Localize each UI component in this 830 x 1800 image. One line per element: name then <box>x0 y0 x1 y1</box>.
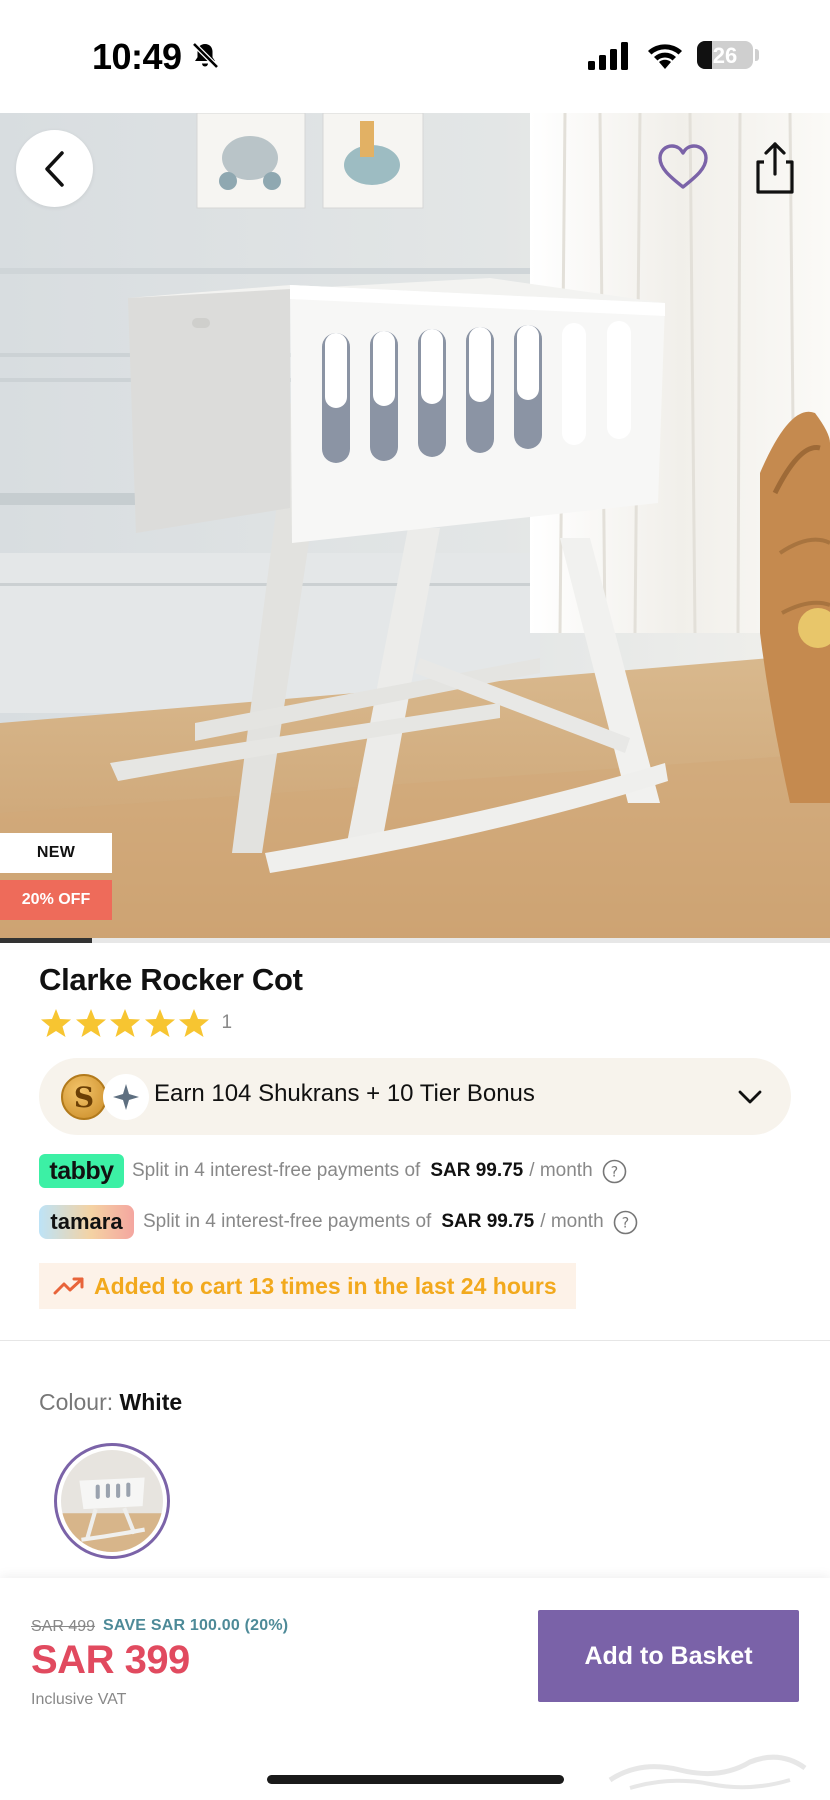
battery-level: 26 <box>712 43 738 68</box>
tabby-amount: SAR 99.75 <box>430 1160 524 1181</box>
star-icon <box>75 1009 106 1037</box>
product-title: Clarke Rocker Cot <box>39 962 303 997</box>
home-indicator[interactable] <box>267 1775 564 1784</box>
trending-up-icon <box>53 1277 84 1295</box>
back-button[interactable] <box>16 130 93 207</box>
product-image-carousel[interactable] <box>0 113 830 943</box>
popularity-banner: Added to cart 13 times in the last 24 ho… <box>39 1263 576 1309</box>
tabby-text: Split in 4 interest-free payments of <box>132 1160 421 1181</box>
review-count: 1 <box>221 1012 233 1033</box>
help-icon[interactable]: ? <box>613 1210 638 1235</box>
savings-text: SAVE SAR 100.00 (20%) <box>103 1617 289 1634</box>
current-price: SAR 399 <box>31 1638 190 1682</box>
carousel-progress <box>0 938 830 943</box>
product-photo <box>0 113 830 943</box>
section-divider <box>0 1340 830 1341</box>
status-time: 10:49 <box>92 36 182 77</box>
shukran-rewards-bar[interactable]: S Earn 104 Shukrans + 10 Tier Bonus <box>39 1058 791 1135</box>
chevron-left-icon <box>44 150 64 187</box>
star-icon <box>41 1009 71 1037</box>
svg-text:?: ? <box>621 1215 628 1231</box>
shukran-text: Earn 104 Shukrans + 10 Tier Bonus <box>154 1080 535 1107</box>
wifi-icon <box>648 44 682 69</box>
star-icon <box>110 1009 140 1037</box>
tamara-installments[interactable]: tamara Split in 4 interest-free payments… <box>39 1204 638 1240</box>
cellular-signal-icon <box>588 42 628 70</box>
share-icon[interactable] <box>752 140 798 196</box>
add-to-basket-button[interactable]: Add to Basket <box>538 1610 799 1702</box>
star-icon <box>144 1009 175 1037</box>
colour-label: Colour: <box>39 1389 114 1415</box>
help-icon[interactable]: ? <box>602 1159 627 1184</box>
battery-tip <box>755 49 759 61</box>
new-badge: NEW <box>0 833 112 873</box>
tabby-installments[interactable]: tabby Split in 4 interest-free payments … <box>39 1153 627 1189</box>
popularity-text: Added to cart 13 times in the last 24 ho… <box>94 1272 557 1299</box>
colour-value: White <box>119 1389 183 1415</box>
watermark-logo <box>608 1754 807 1790</box>
svg-text:?: ? <box>610 1164 617 1180</box>
status-bar: 10:49 26 <box>0 0 830 113</box>
shukran-coin-icon: S <box>61 1074 107 1120</box>
tabby-logo: tabby <box>39 1154 124 1188</box>
bell-slash-icon <box>192 42 219 69</box>
tamara-text: Split in 4 interest-free payments of <box>143 1211 432 1232</box>
battery-icon: 26 <box>697 41 753 69</box>
tamara-suffix: / month <box>540 1211 604 1232</box>
heart-icon[interactable] <box>657 142 709 194</box>
rating-stars[interactable]: 1 <box>39 1006 232 1040</box>
tamara-logo: tamara <box>39 1205 134 1239</box>
original-price: SAR 499 <box>31 1618 96 1635</box>
carousel-progress-thumb <box>0 938 92 943</box>
colour-selector-label: Colour: White <box>39 1389 182 1416</box>
discount-badge: 20% OFF <box>0 880 112 920</box>
vat-note: Inclusive VAT <box>31 1691 127 1708</box>
swatch-thumbnail <box>61 1450 163 1552</box>
tamara-amount: SAR 99.75 <box>441 1211 535 1232</box>
colour-swatch-white[interactable] <box>54 1443 170 1559</box>
tabby-suffix: / month <box>529 1160 593 1181</box>
chevron-down-icon[interactable] <box>737 1084 763 1110</box>
star-icon <box>179 1009 209 1037</box>
tier-bonus-icon <box>103 1074 149 1120</box>
